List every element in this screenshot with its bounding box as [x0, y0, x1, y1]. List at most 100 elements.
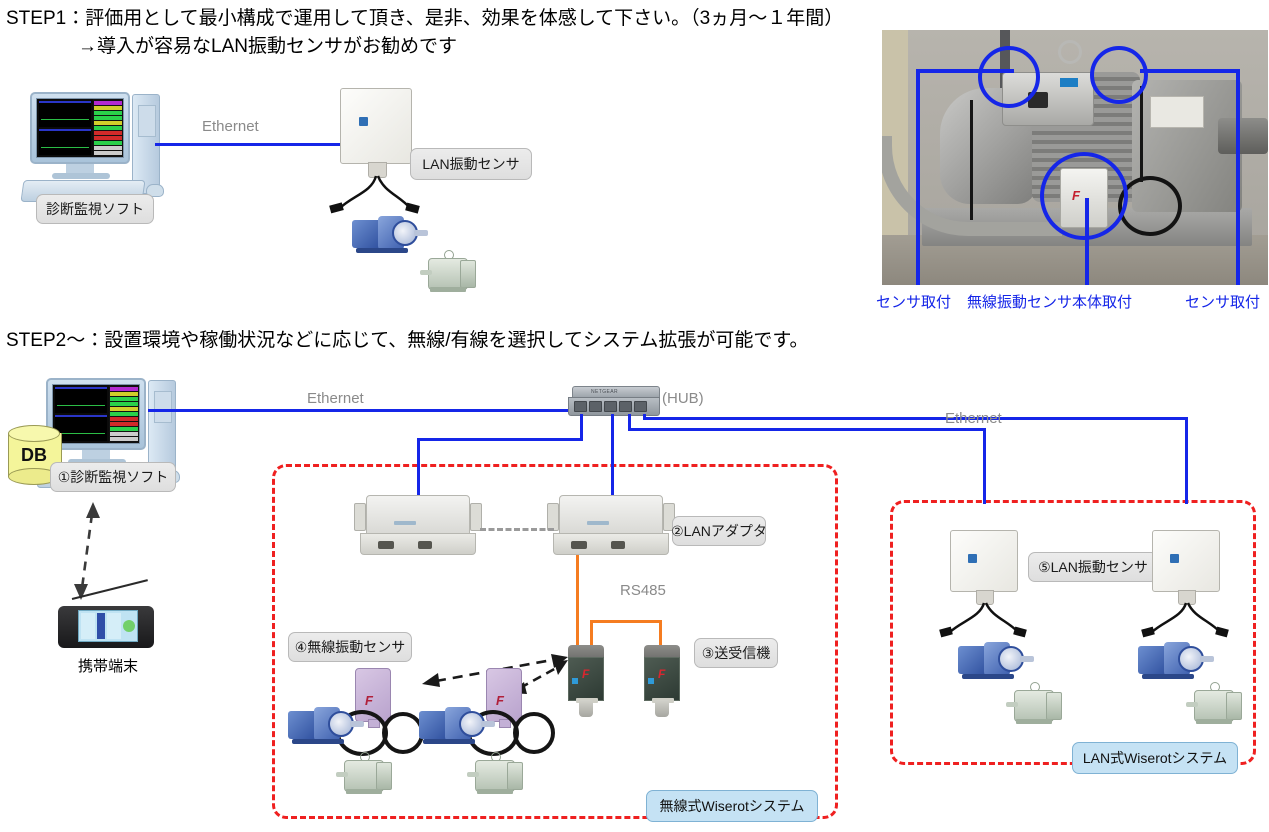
- gearbox-wireless-2: [419, 705, 499, 747]
- photo-cable-left: [970, 100, 973, 220]
- pc-label-step1: 診断監視ソフト: [36, 194, 154, 224]
- adapter-leds: [394, 521, 416, 525]
- pc-screen-status-bars: [93, 99, 123, 157]
- ethernet-label-left-step2: Ethernet: [307, 390, 364, 407]
- adapter-bracket-left: [354, 503, 366, 531]
- waveform-graph-bottom: [39, 129, 91, 155]
- gearbox-foot: [423, 739, 475, 744]
- motor-wireless-1: [336, 752, 400, 800]
- lan-adapter-right: [547, 495, 675, 557]
- lan-vibration-sensor-step1: [329, 88, 424, 214]
- transceiver-body: [568, 657, 604, 703]
- hub-brand: NETGEAR: [591, 389, 618, 395]
- motor-foot: [1196, 719, 1232, 724]
- gearbox-step1: [352, 214, 432, 256]
- motor-step1: [420, 250, 484, 298]
- motor-shaft: [336, 772, 348, 777]
- lan-adapter-label: ②LANアダプタ: [671, 516, 767, 546]
- ethernet-label-step1: Ethernet: [202, 118, 259, 135]
- mobile-screen-bar: [97, 613, 105, 639]
- motor-foot: [346, 789, 382, 794]
- gearbox-foot: [356, 248, 408, 253]
- adapter-bracket-left: [547, 503, 559, 531]
- adapter-port-1: [378, 541, 394, 549]
- adapter-port-2: [611, 541, 625, 549]
- motor-endcap: [1046, 692, 1062, 720]
- diagnostic-pc-step1: [20, 92, 172, 204]
- motor-lan-left: [1006, 682, 1070, 730]
- adapter-top-face: [366, 495, 470, 535]
- adapter-bracket-right: [470, 503, 482, 531]
- motor-shaft: [467, 772, 479, 777]
- photo-nameplate: [1150, 96, 1204, 128]
- hub-port-3: [604, 401, 617, 412]
- hub-downlink-1-horizontal: [417, 438, 583, 441]
- sensor-cable-coil-2b: [513, 712, 555, 754]
- gearbox-lan-right: [1138, 640, 1218, 682]
- motor-shaft: [1006, 702, 1018, 707]
- gearbox-foot: [292, 739, 344, 744]
- rs485-line-trx1-drop: [590, 620, 593, 648]
- annotation-circle-sensor-left: [978, 46, 1040, 108]
- ethernet-drop-adapter-right: [611, 414, 614, 495]
- motor-shaft: [420, 270, 432, 275]
- hub-downlink-right-b-horizontal: [643, 417, 1188, 420]
- pc-screen-status-bars: [109, 385, 139, 443]
- transceiver-indicator: [648, 678, 654, 684]
- waveform-graph-top: [39, 101, 91, 127]
- sensor-enclosure: [340, 88, 412, 164]
- hub-port-4: [619, 401, 632, 412]
- mobile-screen: [78, 610, 138, 642]
- lan-vibration-sensor-left: [939, 530, 1034, 640]
- pc-screen: [36, 98, 124, 158]
- hub-label: (HUB): [662, 390, 704, 407]
- adapter-port-1: [571, 541, 587, 549]
- rs485-line-trx2-drop: [659, 620, 662, 648]
- hub-port-1: [574, 401, 587, 412]
- waveform-graph-top: [55, 387, 107, 413]
- waveform-graph-bottom: [55, 415, 107, 441]
- photo-lifting-eye: [1058, 40, 1082, 64]
- pc-monitor-base: [52, 173, 110, 179]
- pc-screen-graphs: [37, 99, 93, 157]
- motor-endcap: [507, 762, 523, 790]
- hub-port-5: [634, 401, 647, 412]
- transceiver-cable-gland: [655, 700, 669, 717]
- ethernet-drop-adapter-left: [417, 438, 420, 495]
- db-top: [8, 425, 60, 442]
- gearbox-shaft: [481, 721, 495, 727]
- callout-line-center-vertical: [1085, 198, 1089, 285]
- photo-terminal-box-badge: [1060, 78, 1078, 87]
- callout-label-sensor-right: センサ取付: [1185, 294, 1261, 311]
- adapter-port-2: [418, 541, 432, 549]
- gearbox-wireless-1: [288, 705, 368, 747]
- lan-sensor-label-step1: LAN振動センサ: [410, 148, 532, 180]
- rs485-label: RS485: [620, 582, 666, 599]
- hub-port-2: [589, 401, 602, 412]
- gearbox-shaft: [1020, 656, 1034, 662]
- callout-label-wireless-unit: 無線振動センサ本体取付: [967, 294, 1133, 311]
- rs485-line-adapter-drop: [576, 555, 579, 648]
- ethernet-line-pc-to-hub: [148, 409, 573, 412]
- transceiver-body: [644, 657, 680, 703]
- photo-cable-vertical: [1140, 86, 1143, 182]
- motor-endcap: [376, 762, 392, 790]
- motor-wireless-2: [467, 752, 531, 800]
- callout-line-left-vertical: [916, 69, 920, 285]
- pc-label-step2: ①診断監視ソフト: [50, 462, 176, 492]
- network-hub: NETGEAR: [568, 386, 660, 416]
- lan-vibration-sensor-right: [1141, 530, 1236, 640]
- mobile-screen-panel: [107, 613, 121, 639]
- hub-downlink-1-vertical: [580, 414, 583, 441]
- pc-monitor-stand: [66, 164, 94, 173]
- mobile-status-indicator: [123, 620, 135, 632]
- wireless-sensor-label: ④無線振動センサ: [288, 632, 412, 662]
- ethernet-drop-lan-sensor-left: [983, 428, 986, 504]
- motor-foot: [1016, 719, 1052, 724]
- gearbox-lan-left: [958, 640, 1038, 682]
- ethernet-label-right-step2: Ethernet: [945, 410, 1002, 427]
- lan-adapter-left: [354, 495, 482, 557]
- sensor-cable-coil-1b: [382, 712, 424, 754]
- motor-foot: [477, 789, 513, 794]
- transceiver-label: ③送受信機: [694, 638, 778, 668]
